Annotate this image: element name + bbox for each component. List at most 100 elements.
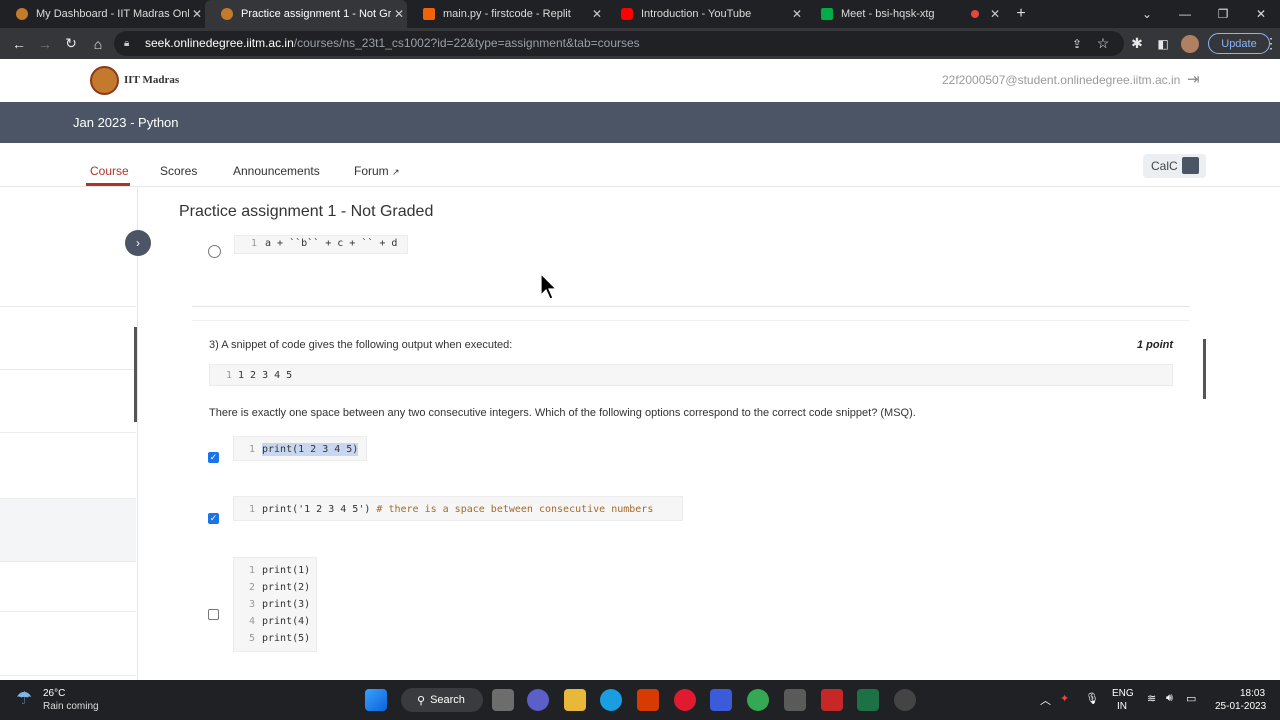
checkmark-icon: ✓ — [209, 452, 218, 462]
profile-avatar[interactable] — [1181, 35, 1199, 53]
clock-time[interactable]: 18:03 — [1240, 688, 1265, 699]
output-block: 1 1 2 3 4 5 — [209, 364, 1173, 386]
forum-label: Forum — [354, 164, 389, 178]
bookmark-star-icon[interactable]: ☆ — [1090, 28, 1116, 59]
python-app-icon[interactable] — [710, 689, 732, 711]
tab-dashboard[interactable]: My Dashboard - IIT Madras Onli ✕ — [0, 0, 205, 28]
tab-announcements[interactable]: Announcements — [233, 164, 320, 178]
user-email: 22f2000507@student.onlinedegree.iitm.ac.… — [942, 73, 1181, 87]
volume-icon[interactable]: 🔊︎ — [1166, 692, 1173, 705]
close-tab-icon[interactable]: ✕ — [589, 7, 605, 21]
search-icon: ⚲ — [417, 694, 426, 707]
windows-start-icon[interactable] — [365, 689, 387, 711]
side-panel-icon[interactable]: ◧ — [1150, 28, 1176, 59]
tab-search-icon[interactable]: ⌄ — [1128, 0, 1166, 28]
file-explorer-icon[interactable] — [564, 689, 586, 711]
battery-icon[interactable]: ▭ — [1186, 692, 1196, 705]
logout-icon[interactable]: ⇥ — [1187, 70, 1200, 88]
code-line: print(2) — [262, 582, 311, 593]
tab-forum[interactable]: Forum ↗ — [354, 164, 400, 178]
external-link-icon: ↗ — [392, 167, 400, 177]
institute-name: IIT Madras — [124, 74, 180, 86]
taskbar-search-button[interactable]: ⚲ Search — [401, 688, 483, 712]
close-window-icon[interactable]: ✕ — [1242, 0, 1280, 28]
tab-youtube[interactable]: Introduction - YouTube ✕ — [605, 0, 805, 28]
tab-replit[interactable]: main.py - firstcode - Replit ✕ — [407, 0, 605, 28]
code-snippet: 1 a + ``b`` + c + `` + d — [234, 235, 408, 254]
reload-icon[interactable]: ↻ — [58, 28, 84, 59]
teams-chat-icon[interactable] — [527, 689, 549, 711]
tab-practice-assignment[interactable]: Practice assignment 1 - Not Grad ✕ — [205, 0, 407, 28]
option-2-checkbox[interactable]: ✓ — [208, 513, 219, 524]
tab-course[interactable]: Course — [90, 164, 129, 178]
home-icon[interactable]: ⌂ — [85, 28, 111, 59]
iitm-favicon-icon — [221, 8, 233, 20]
math-app-icon[interactable] — [784, 689, 806, 711]
task-view-icon[interactable] — [492, 689, 514, 711]
option-1-checkbox[interactable]: ✓ — [208, 452, 219, 463]
clock-date[interactable]: 25-01-2023 — [1215, 701, 1266, 712]
opera-icon[interactable] — [674, 689, 696, 711]
lock-icon[interactable]: 🔒︎ — [124, 38, 129, 49]
pdf-editor-icon[interactable] — [821, 689, 843, 711]
close-tab-icon[interactable]: ✕ — [189, 7, 205, 21]
tray-overflow-icon[interactable]: ︿ — [1040, 692, 1051, 708]
line-number: 1 — [249, 504, 256, 515]
forward-icon[interactable]: → — [32, 28, 58, 59]
iitm-logo[interactable] — [90, 66, 119, 95]
weather-rain-icon[interactable]: ☂ — [16, 688, 32, 709]
course-sidebar — [0, 187, 138, 680]
edge-browser-icon[interactable] — [600, 689, 622, 711]
tray-app-icon[interactable]: ✦ — [1060, 692, 1069, 705]
question-text: A snippet of code gives the following ou… — [221, 339, 513, 351]
code-line-selected[interactable]: print(1 2 3 4 5) — [262, 443, 359, 456]
update-button[interactable]: Update — [1208, 33, 1270, 54]
language-indicator[interactable]: ENG — [1112, 688, 1134, 699]
tab-title: Introduction - YouTube — [641, 8, 752, 20]
option-3-checkbox[interactable] — [208, 609, 219, 620]
url-text[interactable]: seek.onlinedegree.iitm.ac.in/courses/ns_… — [145, 36, 640, 50]
expand-sidebar-button[interactable]: › — [125, 230, 151, 256]
calculator-icon[interactable] — [1182, 157, 1199, 174]
assignment-title: Practice assignment 1 - Not Graded — [179, 203, 434, 220]
region-indicator[interactable]: IN — [1117, 701, 1127, 712]
url-host: seek.onlinedegree.iitm.ac.in — [145, 36, 294, 50]
new-tab-icon[interactable]: + — [1008, 0, 1034, 28]
option-radio[interactable] — [208, 245, 221, 258]
sidebar-divider — [0, 611, 136, 612]
code-line: print('1 2 3 4 5') # there is a space be… — [262, 504, 653, 515]
sidebar-item-selected[interactable] — [0, 499, 136, 561]
sidebar-scrollbar[interactable] — [134, 327, 137, 422]
extensions-icon[interactable]: ✱ — [1124, 28, 1150, 59]
close-tab-icon[interactable]: ✕ — [789, 7, 805, 21]
office-icon[interactable] — [637, 689, 659, 711]
code-line: a + ``b`` + c + `` + d — [265, 238, 398, 249]
tab-meet[interactable]: Meet - bsi-hqsk-xtg ✕ — [805, 0, 1003, 28]
mouse-pointer-icon — [540, 273, 558, 300]
update-label: Update — [1221, 37, 1257, 50]
minimize-icon[interactable]: — — [1166, 0, 1204, 28]
code-text: print('1 2 3 4 5') — [262, 504, 371, 515]
tab-title: Practice assignment 1 - Not Grad — [241, 8, 391, 20]
menu-kebab-icon[interactable]: ⋮ — [1264, 28, 1278, 59]
maximize-icon[interactable]: ❐ — [1204, 0, 1242, 28]
close-tab-icon[interactable]: ✕ — [391, 7, 407, 21]
code-line: print(1) — [262, 565, 311, 576]
sidebar-divider — [0, 561, 136, 562]
sidebar-divider — [0, 306, 136, 307]
share-icon[interactable]: ⇪ — [1064, 28, 1090, 59]
excel-icon[interactable] — [857, 689, 879, 711]
tab-scores[interactable]: Scores — [160, 164, 197, 178]
close-tab-icon[interactable]: ✕ — [987, 7, 1003, 21]
temperature[interactable]: 26°C — [43, 688, 65, 699]
line-number: 1 — [251, 238, 258, 249]
app-settings-icon[interactable] — [894, 689, 916, 711]
content-scrollbar[interactable] — [1203, 339, 1206, 399]
chrome-icon[interactable] — [747, 689, 769, 711]
microphone-icon[interactable]: 🎙︎ — [1085, 692, 1099, 705]
calc-label: CalC — [1151, 159, 1178, 173]
back-icon[interactable]: ← — [6, 28, 32, 59]
sidebar-divider — [0, 432, 136, 433]
wifi-icon[interactable]: ≋ — [1147, 692, 1156, 705]
weather-status[interactable]: Rain coming — [43, 701, 99, 712]
